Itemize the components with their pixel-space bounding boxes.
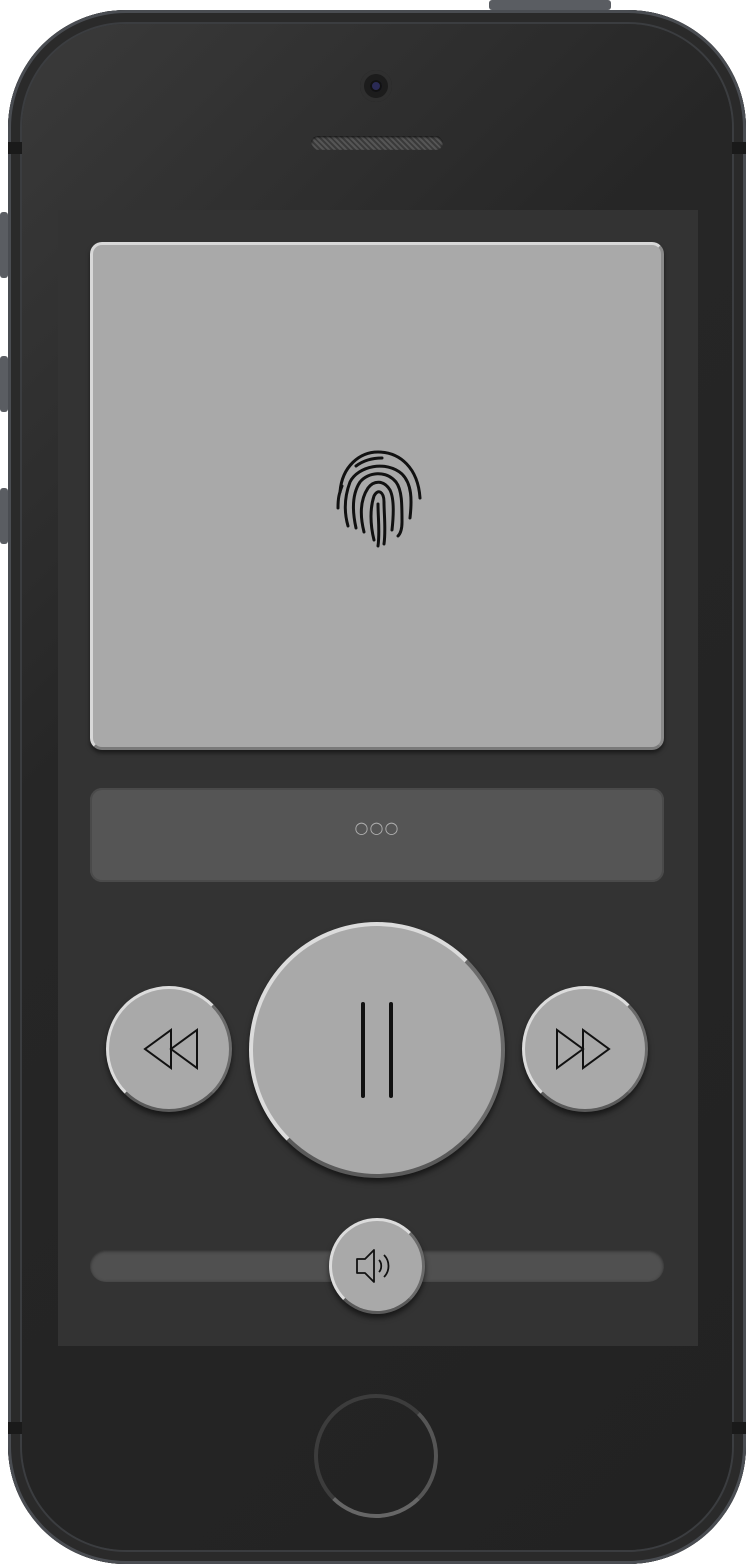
rewind-icon [143,1028,198,1070]
top-button [489,0,611,10]
fast-forward-icon [556,1028,611,1070]
rewind-button[interactable] [106,986,232,1112]
mute-switch [0,212,8,278]
front-camera [360,70,392,102]
speaker-icon [356,1249,390,1283]
antenna-band [732,142,746,154]
home-button[interactable] [314,1394,438,1518]
antenna-band [8,1422,22,1434]
fast-forward-button[interactable] [522,986,648,1112]
antenna-band [732,1422,746,1434]
fingerprint-icon [336,450,422,548]
earpiece-speaker [311,136,443,150]
volume-slider-knob[interactable] [329,1218,425,1314]
antenna-band [8,142,22,154]
play-pause-button[interactable] [249,922,505,1178]
volume-down-button [0,488,8,544]
more-options-bar[interactable]: ○○○ [90,788,664,882]
pause-icon [361,1002,393,1098]
volume-up-button [0,356,8,412]
more-options-label: ○○○ [354,818,400,837]
